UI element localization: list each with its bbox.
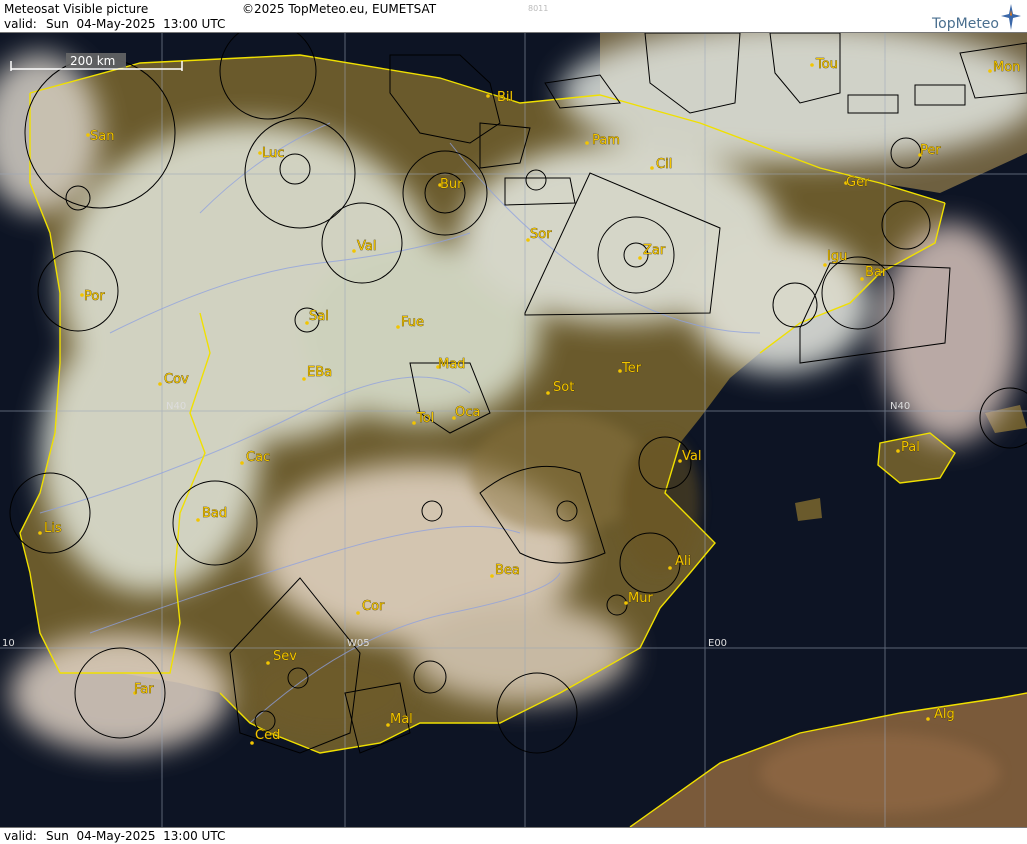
image-code: 8011: [528, 4, 549, 13]
city-label-bur: Bur: [440, 177, 463, 192]
scale-bar-label: 200 km: [70, 54, 115, 68]
city-label-bar: Bar: [865, 265, 888, 280]
city-label-cov: Cov: [164, 372, 189, 387]
city-label-val-east: Val: [682, 449, 701, 464]
city-label-val-north: Val: [357, 239, 376, 254]
footer-valid-date: Sun 04-May-2025 13:00 UTC: [46, 829, 226, 843]
grid-label-e00: E00: [708, 638, 727, 649]
city-label-ger: Ger: [846, 175, 870, 190]
city-label-eba: EBa: [307, 365, 332, 380]
city-label-per: Per: [920, 143, 941, 158]
city-label-tou: Tou: [815, 57, 838, 72]
city-label-ced: Ced: [255, 728, 280, 743]
city-label-sor: Sor: [530, 227, 552, 242]
city-label-bea: Bea: [495, 563, 520, 578]
city-label-tol: Tol: [416, 411, 434, 426]
header-bar: Meteosat Visible picture ©2025 TopMeteo.…: [0, 0, 1027, 33]
city-label-pal: Pal: [901, 440, 920, 455]
footer-bar: valid: Sun 04-May-2025 13:00 UTC: [0, 827, 1027, 844]
brand-name: TopMeteo: [932, 16, 999, 32]
city-label-far: Far: [134, 682, 154, 697]
topmeteo-logo[interactable]: TopMeteo: [911, 2, 1021, 32]
city-label-zar: Zar: [643, 243, 666, 258]
city-label-sal: Sal: [309, 309, 329, 324]
city-label-pam: Pam: [592, 133, 620, 148]
valid-date: Sun 04-May-2025 13:00 UTC: [46, 17, 226, 31]
satellite-map[interactable]: 200 km N40 N40 E00 W05 10 San Luc Bil To…: [0, 33, 1027, 827]
city-label-alg: Alg: [934, 707, 955, 722]
city-label-mal: Mal: [390, 712, 413, 727]
copyright-text: ©2025 TopMeteo.eu, EUMETSAT: [242, 2, 437, 16]
city-label-san: San: [90, 129, 114, 144]
city-label-sot: Sot: [553, 380, 574, 395]
city-label-bil: Bil: [497, 90, 513, 105]
city-label-mur: Mur: [628, 591, 653, 606]
city-label-sev: Sev: [273, 649, 297, 664]
footer-valid-label: valid:: [4, 829, 37, 843]
city-label-igu: Igu: [827, 249, 847, 264]
grid-label-n40-east: N40: [890, 401, 910, 412]
city-label-lis: Lis: [44, 521, 62, 536]
grid-label-n40-west: N40: [166, 401, 186, 412]
city-label-oca: Oca: [455, 405, 480, 420]
city-label-mad: Mad: [438, 357, 465, 372]
city-label-fue: Fue: [401, 315, 424, 330]
city-label-cil: Cil: [656, 157, 672, 172]
city-label-mon: Mon: [993, 60, 1020, 75]
city-label-luc: Luc: [262, 146, 284, 161]
city-label-por: Por: [84, 289, 105, 304]
grid-label-w10: 10: [2, 638, 15, 649]
city-label-ali: Ali: [675, 554, 691, 569]
city-label-ter: Ter: [621, 361, 642, 376]
image-title: Meteosat Visible picture: [4, 2, 149, 16]
valid-label: valid:: [4, 17, 37, 31]
city-label-cor: Cor: [362, 599, 385, 614]
city-label-bad: Bad: [202, 506, 227, 521]
city-label-cac: Cac: [246, 450, 270, 465]
grid-label-w05: W05: [347, 638, 370, 649]
